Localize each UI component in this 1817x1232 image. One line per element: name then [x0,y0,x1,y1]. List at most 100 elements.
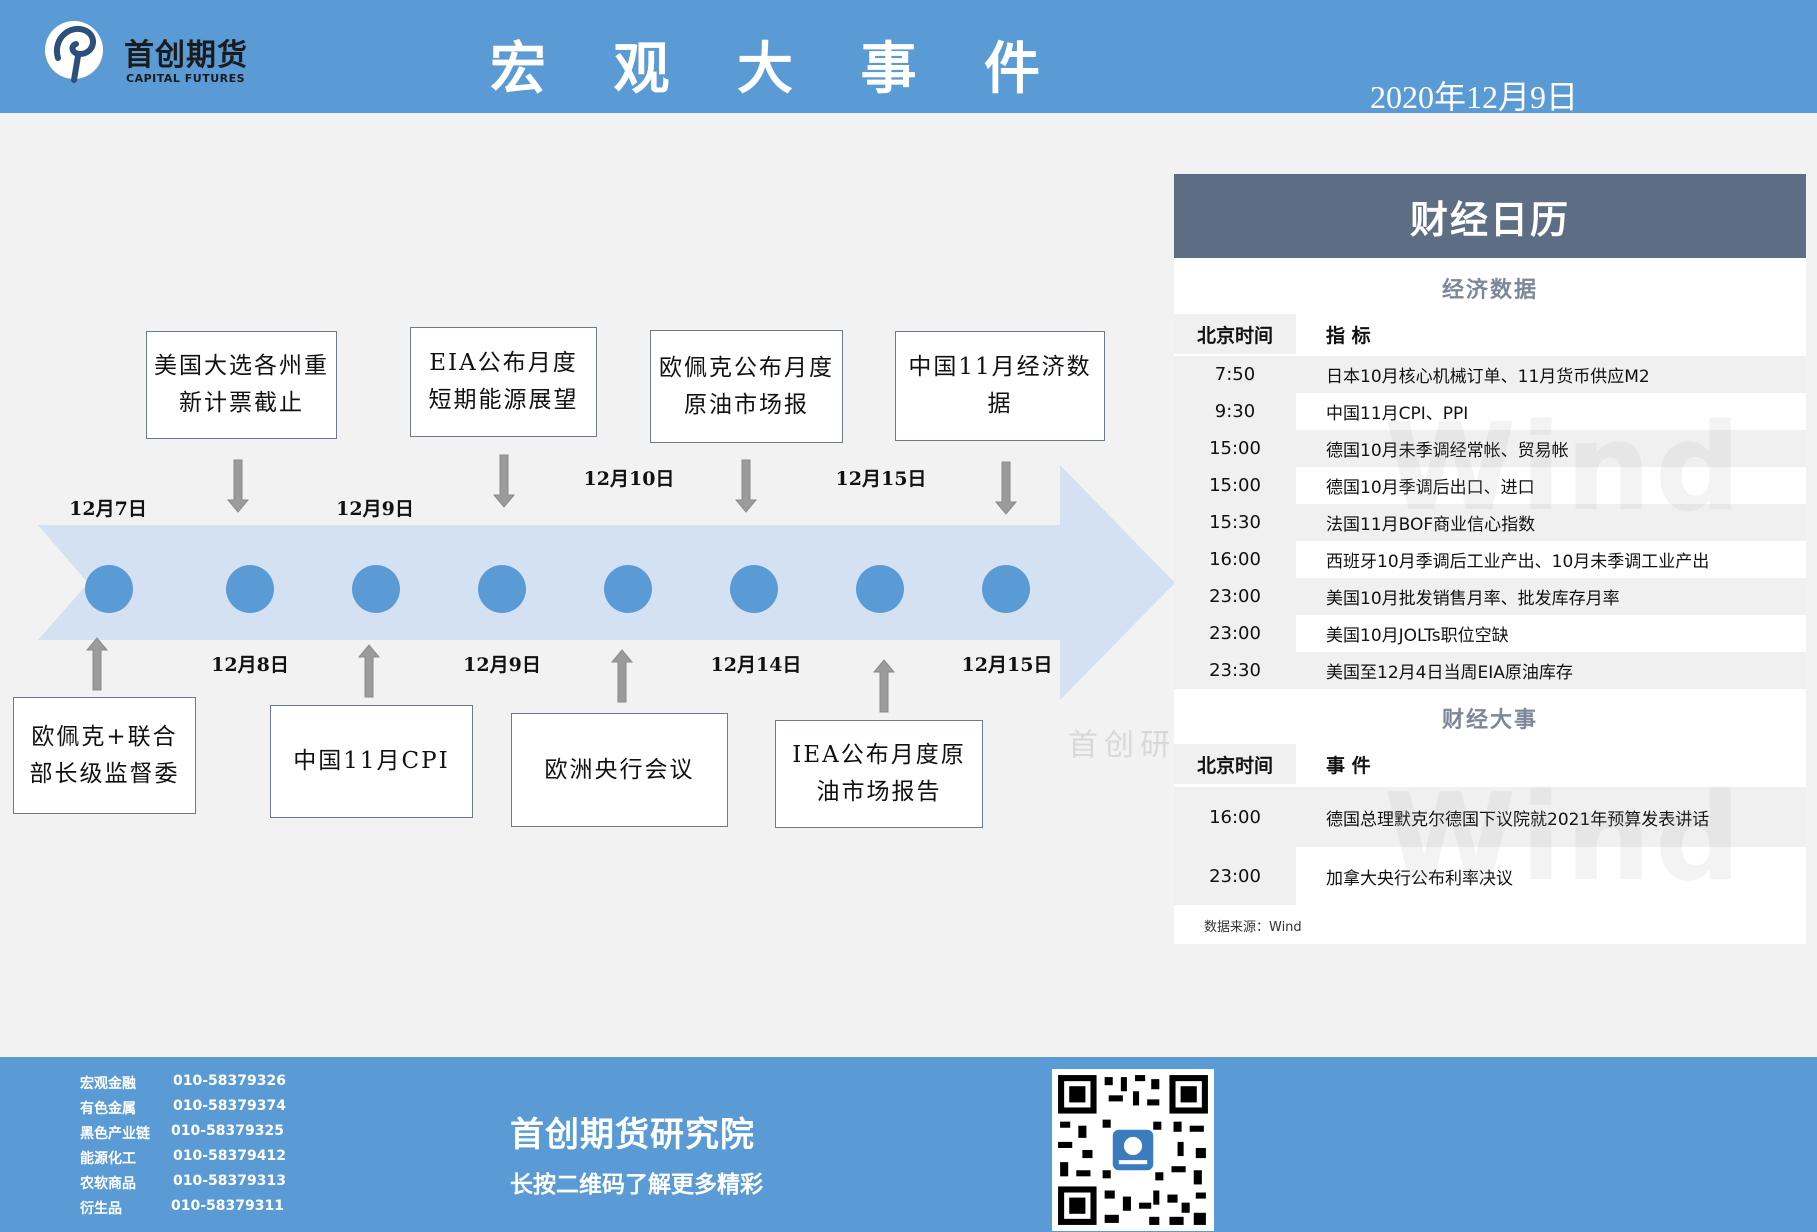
qr-code-icon[interactable] [1052,1069,1214,1231]
date-label: 12月10日 [583,468,675,490]
row-event: 加拿大央行公布利率决议 [1326,868,1513,889]
footer-bar: 宏观金融 010-58379326 有色金属 010-58379374 黑色产业… [0,1057,1817,1232]
logo-subtext: CAPITAL FUTURES [126,72,246,85]
row-time: 23:00 [1174,615,1296,652]
row-time: 16:00 [1174,787,1296,847]
event-box-opec-report: 欧佩克公布月度原油市场报 [650,330,843,443]
timeline-node [478,565,526,613]
col-header-time: 北京时间 [1174,744,1296,784]
contact-dept: 能源化工 [80,1151,136,1167]
col-header-indicator: 指 标 [1326,324,1371,347]
row-time: 16:00 [1174,541,1296,578]
contact-dept: 有色金属 [80,1101,136,1117]
up-arrow-icon [85,637,109,691]
down-arrow-icon [492,454,516,508]
table-row: 15:00 德国10月季调后出口、进口 [1174,467,1806,504]
timeline-node [226,565,274,613]
watermark-text: 首创研 [1068,728,1176,763]
timeline-node [352,565,400,613]
row-indicator: 中国11月CPI、PPI [1326,404,1469,424]
event-box-china-data: 中国11月经济数据 [895,331,1105,441]
row-time: 23:30 [1174,652,1296,689]
event-box-china-cpi: 中国11月CPI [270,705,473,818]
timeline-node [85,565,133,613]
contact-dept: 衍生品 [80,1201,122,1217]
row-time: 23:00 [1174,847,1296,905]
events-table-header: 北京时间 事 件 [1174,744,1806,784]
contact-phone: 010-58379311 [171,1198,284,1214]
footer-title: 首创期货研究院 [510,1115,755,1155]
table-row: 23:00 美国10月JOLTs职位空缺 [1174,615,1806,652]
timeline-graphic [38,454,1175,713]
row-time: 23:00 [1174,578,1296,615]
table-row: 16:00 德国总理默克尔德国下议院就2021年预算发表讲话 [1174,787,1806,847]
table-row: 23:00 加拿大央行公布利率决议 [1174,847,1806,905]
row-indicator: 德国10月未季调经常帐、贸易帐 [1326,441,1569,461]
table-row: 23:00 美国10月批发销售月率、批发库存月率 [1174,578,1806,615]
timeline-node [856,565,904,613]
table-row: 9:30 中国11月CPI、PPI [1174,393,1806,430]
contact-dept: 黑色产业链 [80,1126,150,1142]
event-box-us-election-recount: 美国大选各州重新计票截止 [146,331,337,439]
data-source-note: 数据来源：Wind [1204,920,1302,935]
row-indicator: 法国11月BOF商业信心指数 [1326,515,1536,535]
event-box-iea-report: IEA公布月度原油市场报告 [775,720,983,828]
event-box-eia-steo: EIA公布月度短期能源展望 [410,327,597,437]
contact-phone: 010-58379326 [173,1073,286,1089]
contact-phone: 010-58379412 [173,1148,286,1164]
capital-futures-logo-icon [45,21,103,83]
date-label: 12月15日 [835,468,927,490]
footer-subtitle: 长按二维码了解更多精彩 [510,1172,763,1198]
contact-phone: 010-58379313 [173,1173,286,1189]
header-bar: 首创期货 CAPITAL FUTURES 宏 观 大 事 件 2020年12月9… [0,0,1817,115]
row-indicator: 美国10月批发销售月率、批发库存月率 [1326,589,1620,609]
table-row: 23:30 美国至12月4日当周EIA原油库存 [1174,652,1806,689]
contact-dept: 宏观金融 [80,1076,136,1092]
section-economic-data: 经济数据 [1441,278,1538,303]
row-indicator: 日本10月核心机械订单、11月货币供应M2 [1326,367,1650,387]
timeline-node [982,565,1030,613]
row-indicator: 美国10月JOLTs职位空缺 [1326,626,1509,646]
row-time: 7:50 [1174,356,1296,393]
timeline-node [604,565,652,613]
row-indicator: 德国10月季调后出口、进口 [1326,478,1535,498]
table-row: 7:50 日本10月核心机械订单、11月货币供应M2 [1174,356,1806,393]
row-event: 德国总理默克尔德国下议院就2021年预算发表讲话 [1326,809,1710,830]
contact-dept: 农软商品 [80,1176,136,1192]
row-indicator: 美国至12月4日当周EIA原油库存 [1326,663,1573,683]
down-arrow-icon [734,459,758,513]
up-arrow-icon [872,659,896,713]
down-arrow-icon [226,459,250,513]
date-label: 12月9日 [336,498,414,520]
event-box-opec-jmmc: 欧佩克+联合部长级监督委 [13,697,196,814]
econ-table-header: 北京时间 指 标 [1174,314,1806,354]
row-indicator: 西班牙10月季调后工业产出、10月未季调工业产出 [1326,552,1710,572]
col-header-event: 事 件 [1326,754,1371,777]
col-header-time: 北京时间 [1174,314,1296,354]
table-row: 16:00 西班牙10月季调后工业产出、10月未季调工业产出 [1174,541,1806,578]
date-label: 12月15日 [961,654,1053,676]
date-label: 12月7日 [69,498,147,520]
date-label: 12月8日 [211,654,289,676]
contact-phone: 010-58379325 [171,1123,284,1139]
date-label: 12月9日 [463,654,541,676]
contact-phone: 010-58379374 [173,1098,286,1114]
up-arrow-icon [610,649,634,703]
report-date: 2020年12月9日 [1370,79,1579,115]
table-row: 15:30 法国11月BOF商业信心指数 [1174,504,1806,541]
row-time: 15:00 [1174,467,1296,504]
date-label: 12月14日 [710,654,802,676]
event-box-ecb-meeting: 欧洲央行会议 [511,713,728,827]
up-arrow-icon [357,644,381,698]
row-time: 9:30 [1174,393,1296,430]
row-time: 15:30 [1174,504,1296,541]
down-arrow-icon [994,461,1018,515]
table-row: 15:00 德国10月未季调经常帐、贸易帐 [1174,430,1806,467]
logo-text: 首创期货 [124,38,248,73]
calendar-title: 财经日历 [1174,174,1806,258]
row-time: 15:00 [1174,430,1296,467]
financial-calendar-panel: 财经日历 经济数据 北京时间 指 标 7:50 日本10月核心机械订单、11月货… [1174,174,1806,944]
section-financial-events: 财经大事 [1441,708,1538,733]
page-title: 宏 观 大 事 件 [490,36,1064,102]
timeline-node [730,565,778,613]
